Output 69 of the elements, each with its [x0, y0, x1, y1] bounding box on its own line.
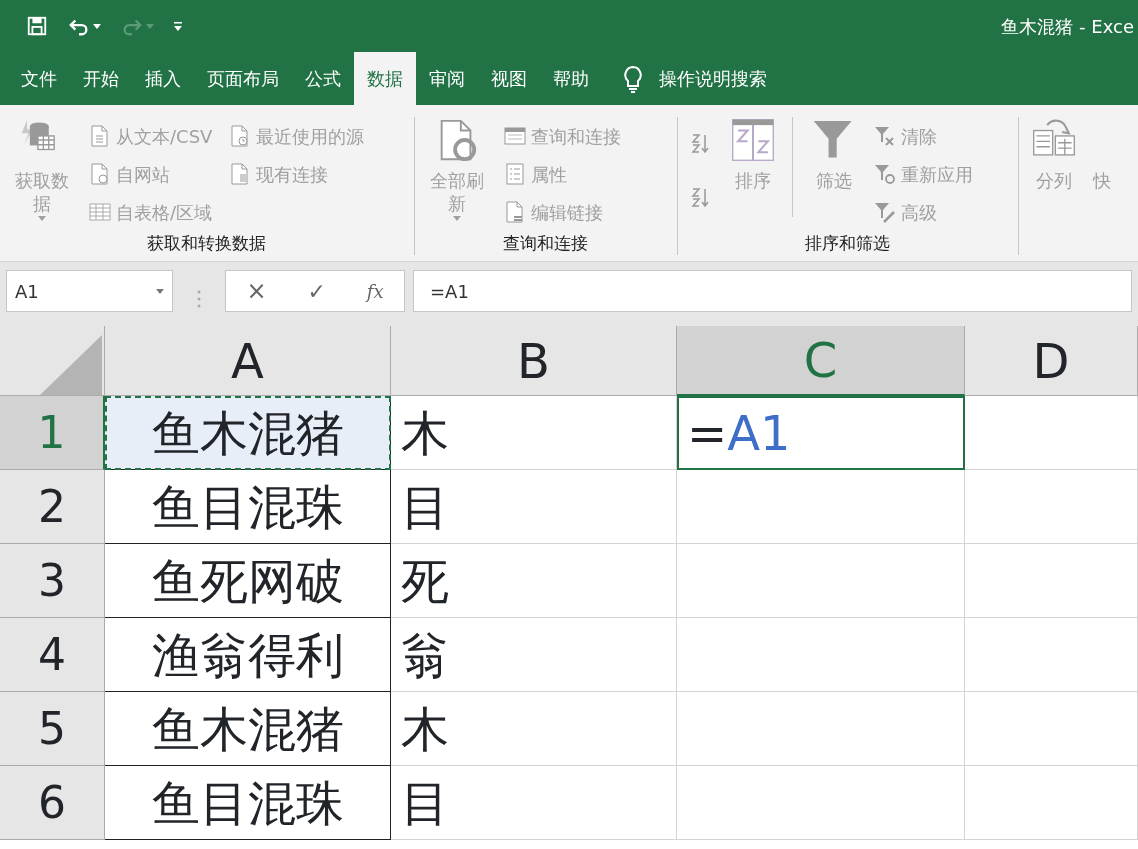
row-header[interactable]: 5	[0, 692, 105, 766]
ribbon-tab[interactable]: 文件	[8, 52, 70, 105]
table-cell[interactable]: 死	[391, 544, 677, 618]
caret-icon	[93, 23, 101, 29]
table-cell[interactable]	[677, 692, 965, 766]
cancel-button[interactable]: ×	[246, 273, 267, 309]
table-cell[interactable]	[677, 544, 965, 618]
editing-cell[interactable]: =A1	[677, 396, 965, 470]
table-cell[interactable]: 翁	[391, 618, 677, 692]
ribbon-tab[interactable]: 审阅	[416, 52, 478, 105]
column-header[interactable]: A	[105, 326, 391, 396]
column-header[interactable]: B	[391, 326, 677, 396]
ribbon-tab[interactable]: 插入	[132, 52, 194, 105]
table-cell[interactable]	[965, 692, 1138, 766]
window-title: 鱼木混猪 - Exce	[1001, 14, 1134, 39]
table-cell[interactable]: 木	[391, 692, 677, 766]
group-label: 排序和筛选	[804, 232, 892, 255]
table-cell[interactable]: 鱼目混珠	[105, 470, 391, 544]
row-header[interactable]: 2	[0, 470, 105, 544]
group-label: 查询和连接	[502, 232, 590, 255]
table-cell[interactable]: 鱼死网破	[105, 544, 391, 618]
table-cell[interactable]: 目	[391, 766, 677, 840]
table-cell[interactable]: 鱼木混猪	[105, 692, 391, 766]
ribbon-tab[interactable]: 视图	[478, 52, 540, 105]
clear-filter-icon	[872, 124, 897, 148]
row-header[interactable]: 1	[0, 396, 105, 470]
column-header[interactable]: C	[677, 326, 965, 396]
insert-function-button[interactable]: fx	[366, 277, 384, 305]
save-icon	[26, 15, 48, 37]
caret-icon	[146, 23, 154, 29]
grip-icon	[197, 290, 201, 308]
name-box[interactable]: A1	[6, 270, 173, 312]
sort-icon	[729, 117, 776, 163]
enter-button[interactable]: ✓	[307, 274, 326, 308]
ribbon-tab[interactable]: 页面布局	[194, 52, 292, 105]
row-header[interactable]: 3	[0, 544, 105, 618]
table-cell[interactable]: 鱼木混猪	[105, 396, 391, 470]
reapply-filter-icon	[872, 162, 897, 186]
query-window-icon	[502, 124, 527, 148]
ribbon-tab[interactable]: 公式	[292, 52, 354, 105]
customize-caret-icon	[174, 21, 182, 31]
tell-me-search[interactable]: 操作说明搜索	[610, 52, 780, 105]
table-cell[interactable]	[965, 544, 1138, 618]
caret-icon	[452, 215, 461, 221]
row-header[interactable]: 6	[0, 766, 105, 840]
row-header[interactable]: 4	[0, 618, 105, 692]
caret-icon	[156, 288, 164, 294]
caret-icon	[38, 215, 46, 221]
ribbon-tab[interactable]: 开始	[70, 52, 132, 105]
table-cell[interactable]	[965, 396, 1138, 470]
advanced-filter-icon	[872, 200, 897, 224]
ribbon-tab[interactable]: 帮助	[540, 52, 602, 105]
table-cell[interactable]	[677, 470, 965, 544]
table-cell[interactable]: 目	[391, 470, 677, 544]
table-cell[interactable]	[965, 766, 1138, 840]
lightbulb-icon	[623, 64, 643, 93]
table-cell[interactable]	[965, 470, 1138, 544]
table-cell[interactable]	[965, 618, 1138, 692]
table-cell[interactable]: 木	[391, 396, 677, 470]
column-header[interactable]: D	[965, 326, 1138, 396]
table-cell[interactable]	[677, 618, 965, 692]
table-cell[interactable]: 渔翁得利	[105, 618, 391, 692]
formula-input[interactable]: =A1	[413, 270, 1132, 312]
table-icon	[88, 200, 112, 224]
table-cell[interactable]: 鱼目混珠	[105, 766, 391, 840]
group-label: 获取和转换数据	[146, 232, 268, 255]
ribbon-tab[interactable]: 数据	[354, 52, 416, 105]
table-cell[interactable]	[677, 766, 965, 840]
select-all-corner[interactable]	[0, 326, 105, 396]
